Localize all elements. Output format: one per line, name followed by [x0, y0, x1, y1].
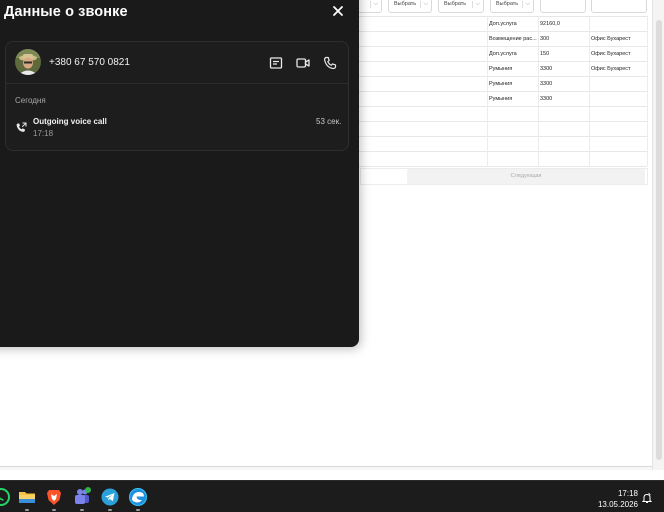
message-icon — [269, 57, 283, 69]
filter-input[interactable] — [591, 0, 647, 13]
running-indicator — [25, 509, 29, 511]
panel-title: Данные о звонке — [4, 4, 128, 20]
running-indicator — [52, 509, 56, 511]
cell-type: Доп.услуга — [489, 21, 517, 27]
chevron-down-icon: ⌵ — [522, 1, 530, 8]
cell-amount: 3300 — [540, 81, 553, 87]
horizontal-scrollbar[interactable] — [0, 466, 652, 470]
video-call-button[interactable] — [295, 55, 311, 71]
column-divider — [589, 16, 590, 166]
outgoing-call-icon — [16, 122, 27, 132]
edge-browser-icon — [129, 488, 147, 506]
call-details-panel: Данные о звонке +380 67 570 0821 Сегодня… — [0, 0, 359, 347]
vertical-scrollbar[interactable] — [652, 0, 664, 470]
taskbar-app-teams[interactable] — [72, 487, 92, 507]
call-card: +380 67 570 0821 Сегодня Outgoing voice … — [5, 41, 349, 151]
message-button[interactable] — [268, 55, 284, 71]
next-page-button[interactable]: Следующая — [407, 169, 645, 184]
cell-office: Офис Бухарест — [591, 51, 631, 57]
cell-type: Румыния — [489, 81, 513, 87]
running-indicator — [80, 509, 84, 511]
cell-type: Румыния — [489, 66, 513, 72]
chevron-down-icon: ⌵ — [472, 1, 480, 8]
column-divider — [647, 16, 648, 166]
taskbar-app-whatsapp[interactable] — [0, 487, 11, 507]
cell-type: Румыния — [489, 96, 513, 102]
clock-date: 13.05.2026 — [597, 500, 638, 509]
cell-amount: 92160,0 — [540, 21, 560, 27]
filter-select[interactable]: Выбрать ⌵ — [490, 0, 534, 13]
cell-amount: 150 — [540, 51, 550, 57]
brave-browser-icon — [47, 490, 61, 505]
cell-type: Доп.услуга — [489, 51, 517, 57]
phone-icon — [323, 56, 337, 70]
clock-time: 17:18 — [617, 489, 638, 498]
taskbar-app-file-explorer[interactable] — [17, 487, 37, 507]
close-button[interactable] — [330, 3, 346, 19]
telegram-icon — [101, 488, 119, 506]
video-camera-icon — [296, 58, 310, 68]
column-divider — [487, 16, 488, 166]
system-clock[interactable]: 17:18 13.05.2026 — [598, 488, 638, 510]
notification-button[interactable] — [641, 491, 653, 503]
notification-bell-icon — [641, 492, 653, 503]
filter-select[interactable]: Выбрать ⌵ — [388, 0, 432, 13]
contact-photo-icon — [15, 49, 41, 75]
cell-amount: 3300 — [540, 96, 553, 102]
taskbar-app-brave[interactable] — [44, 487, 64, 507]
voice-call-button[interactable] — [322, 55, 338, 71]
taskbar: 17:18 13.05.2026 — [0, 480, 664, 512]
close-icon — [333, 6, 343, 16]
running-indicator — [136, 509, 140, 511]
cell-amount: 300 — [540, 36, 550, 42]
call-time: 17:18 — [33, 129, 54, 138]
cell-office: Офис Бухарест — [591, 66, 631, 72]
cell-type: Возмещение рас... — [489, 36, 537, 42]
filter-label: Выбрать — [394, 1, 417, 7]
file-explorer-icon — [19, 492, 35, 503]
avatar[interactable] — [15, 49, 41, 75]
running-indicator — [108, 509, 112, 511]
contact-phone-number[interactable]: +380 67 570 0821 — [49, 57, 130, 68]
column-divider — [538, 16, 539, 166]
chevron-down-icon: ⌵ — [420, 1, 428, 8]
taskbar-app-edge[interactable] — [128, 487, 148, 507]
filter-label: Выбрать — [444, 1, 467, 7]
taskbar-app-telegram[interactable] — [100, 487, 120, 507]
call-duration: 53 сек. — [316, 117, 342, 126]
chevron-down-icon: ⌵ — [370, 1, 378, 8]
call-type-label: Outgoing voice call — [33, 117, 107, 126]
cell-amount: 3300 — [540, 66, 553, 72]
card-divider — [6, 83, 348, 84]
teams-icon — [75, 487, 91, 504]
filter-input[interactable] — [540, 0, 586, 13]
filter-label: Выбрать — [496, 1, 519, 7]
cell-office: Офис Бухарест — [591, 36, 631, 42]
date-section-label: Сегодня — [15, 96, 46, 105]
filter-select[interactable]: Выбрать ⌵ — [438, 0, 484, 13]
scrollbar-thumb[interactable] — [656, 20, 662, 460]
whatsapp-icon — [0, 488, 10, 506]
